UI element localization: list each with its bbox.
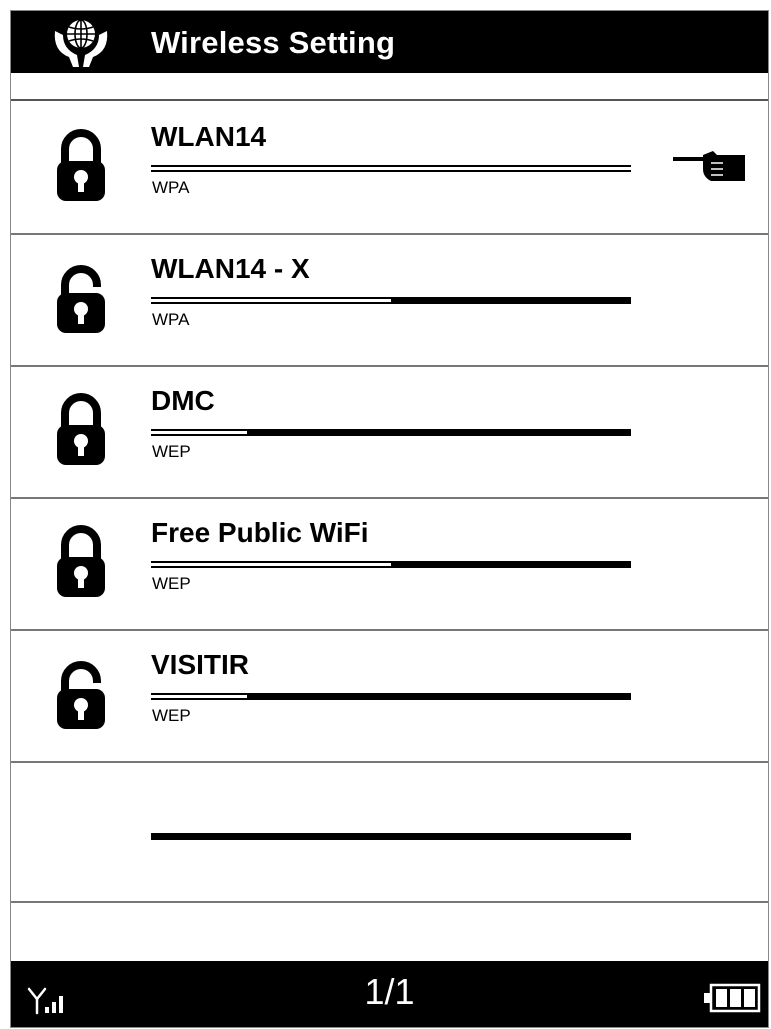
globe-in-hands-icon <box>54 19 108 67</box>
lock-closed-icon <box>57 129 105 201</box>
network-security: WEP <box>152 442 191 461</box>
network-ssid: Free Public WiFi <box>151 517 369 548</box>
network-security: WEP <box>152 706 191 725</box>
network-security: WPA <box>152 310 190 329</box>
lock-open-icon <box>57 661 105 729</box>
signal-bar-fill <box>151 298 391 303</box>
device-screen: Wireless Setting WLAN14 WPA WLAN14 - X W… <box>10 10 769 1028</box>
battery-full-icon <box>704 983 761 1013</box>
title-bar: Wireless Setting <box>11 11 768 73</box>
network-security: WPA <box>152 178 190 197</box>
pointing-hand-icon <box>673 151 745 181</box>
signal-bar-fill <box>151 430 247 435</box>
network-list-item[interactable]: VISITIR WEP <box>11 629 768 763</box>
signal-bar <box>151 297 631 304</box>
network-ssid: WLAN14 - X <box>151 253 310 284</box>
lock-closed-icon <box>57 393 105 465</box>
network-list-item[interactable]: Free Public WiFi WEP <box>11 497 768 631</box>
network-list-item[interactable]: DMC WEP <box>11 365 768 499</box>
signal-bar <box>151 165 631 172</box>
network-ssid: DMC <box>151 385 215 416</box>
network-list-item[interactable]: WLAN14 - X WPA <box>11 233 768 367</box>
empty-network-slot <box>11 769 768 903</box>
network-security: WEP <box>152 574 191 593</box>
signal-bar <box>151 429 631 436</box>
page-indicator: 1/1 <box>364 971 415 1012</box>
signal-bar-fill <box>151 694 247 699</box>
network-ssid: WLAN14 <box>151 121 267 152</box>
signal-bar-fill <box>151 562 391 567</box>
signal-bar <box>151 693 631 700</box>
network-ssid: VISITIR <box>151 649 250 680</box>
page-title: Wireless Setting <box>151 25 396 60</box>
lock-closed-icon <box>57 525 105 597</box>
signal-bar-fill <box>151 166 631 171</box>
status-bar: 1/1 <box>11 961 768 1027</box>
network-list-item[interactable]: WLAN14 WPA <box>11 101 768 235</box>
signal-bar <box>151 561 631 568</box>
lock-open-icon <box>57 265 105 333</box>
signal-bar <box>151 833 631 840</box>
